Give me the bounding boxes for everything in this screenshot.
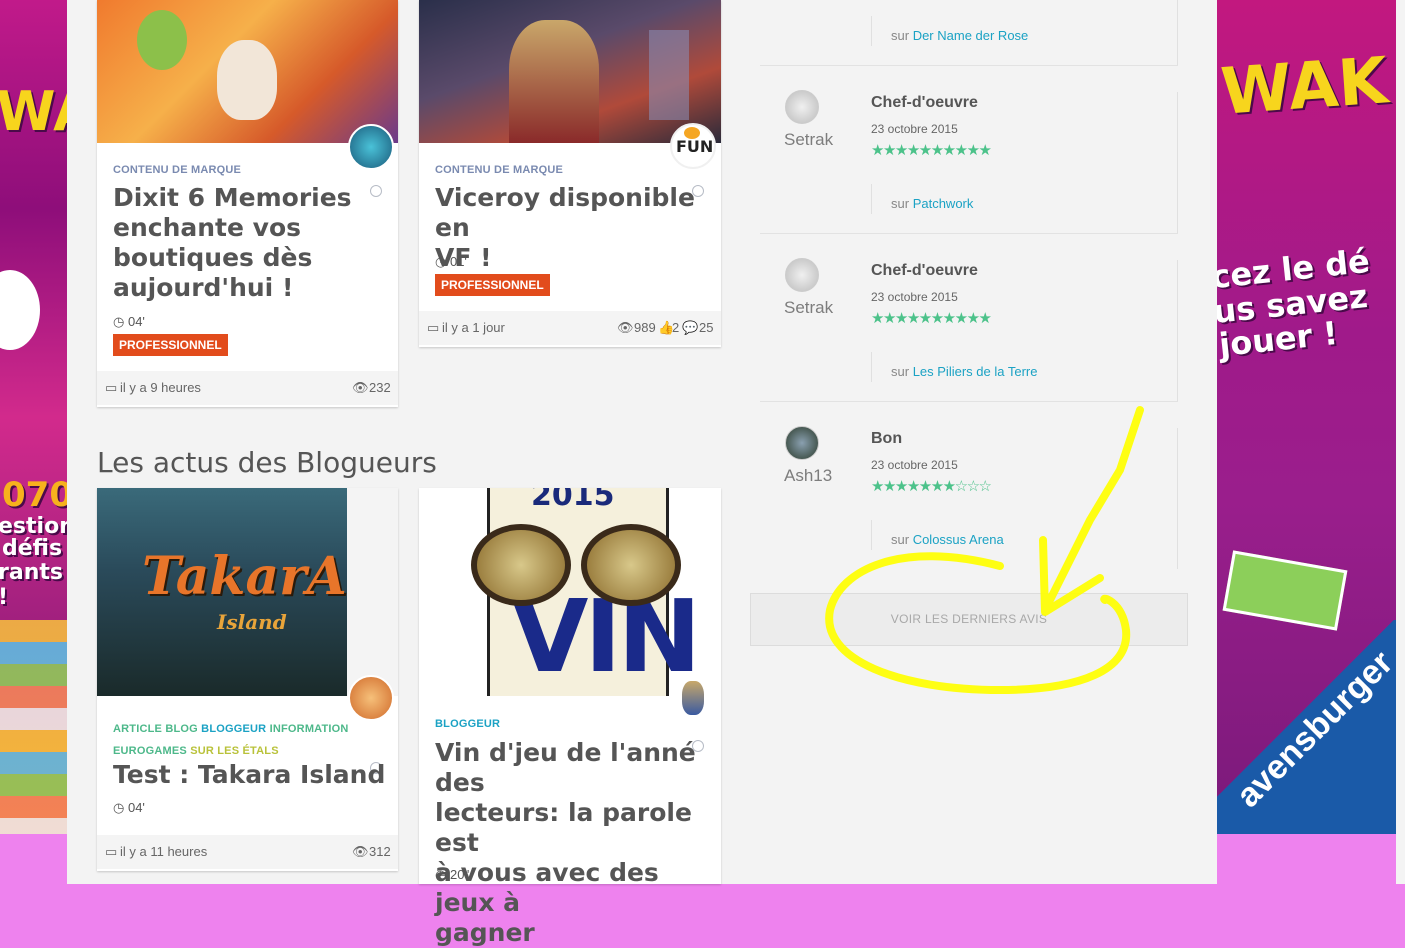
right-advertisement[interactable]: WAK cez le dé us savez jouer ! avensburg… (1217, 0, 1396, 834)
ad-right-game-board (1222, 550, 1348, 631)
ad-right-logo-text: WAK (1218, 44, 1391, 130)
page-scrollbar[interactable] (1396, 0, 1405, 884)
highlight-annotation (825, 406, 1144, 694)
annotation-circle (825, 552, 1131, 694)
